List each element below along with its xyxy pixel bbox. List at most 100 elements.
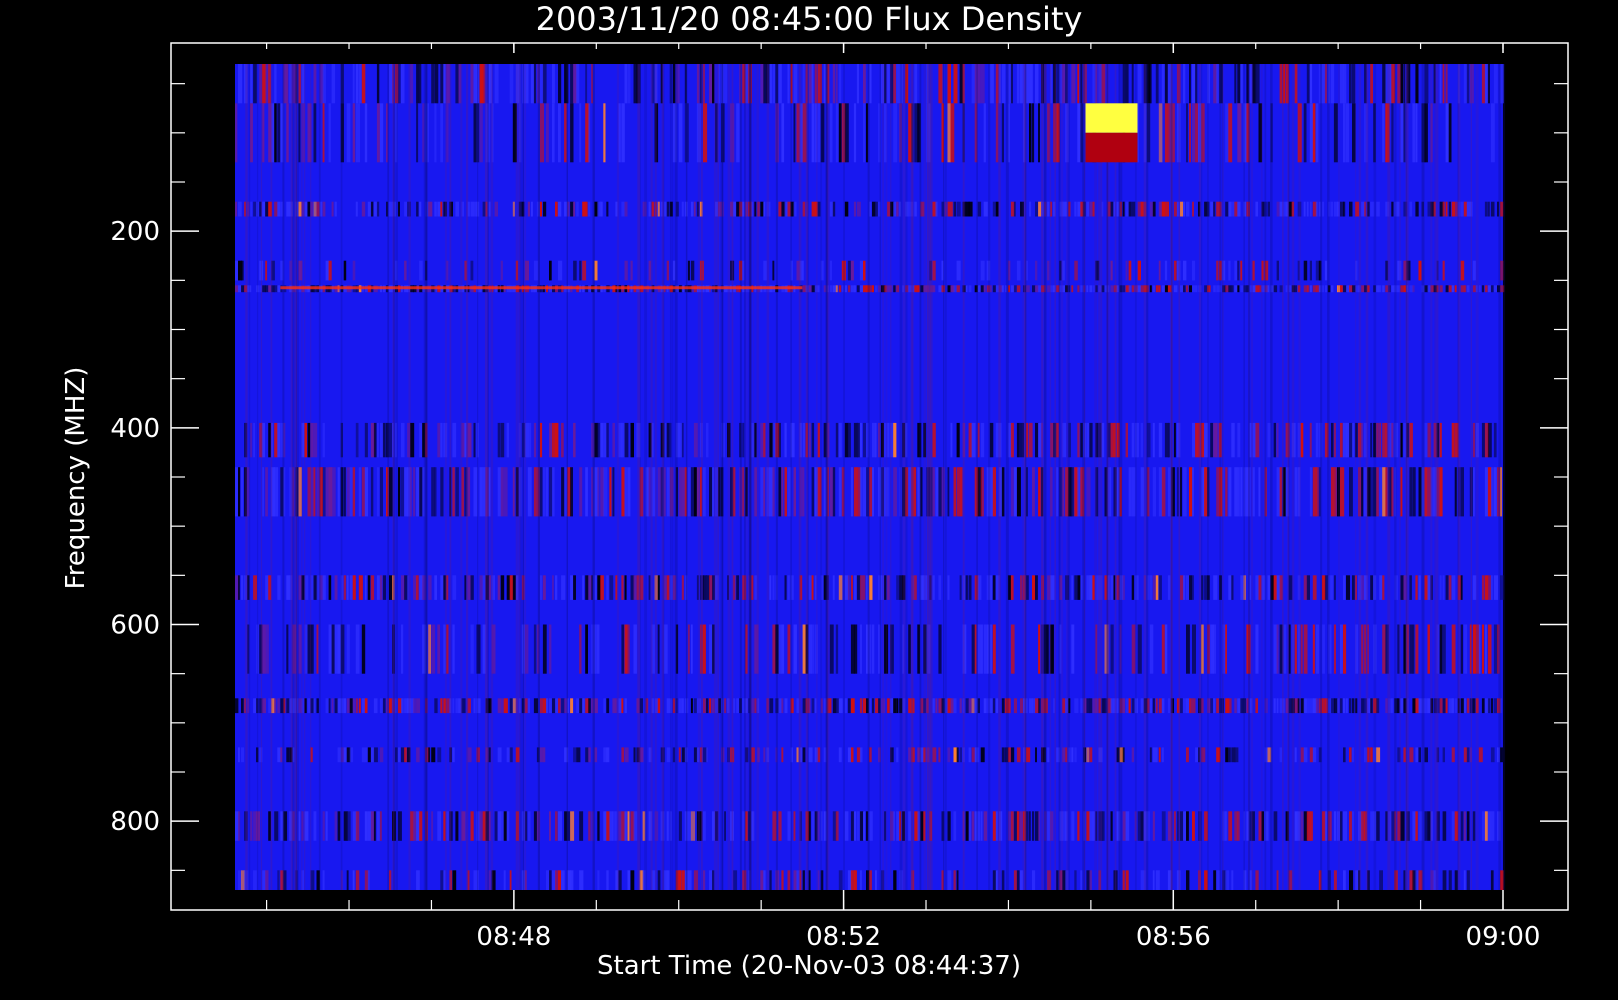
texture-cell [337, 467, 340, 517]
texture-cell [1131, 747, 1135, 763]
texture-cell [488, 811, 491, 841]
texture-cell [452, 698, 455, 714]
texture-streak [867, 64, 870, 890]
texture-cell [262, 870, 266, 890]
texture-cell [597, 811, 600, 841]
texture-cell [455, 811, 459, 841]
texture-cell [1391, 201, 1394, 217]
texture-cell [1346, 698, 1348, 714]
texture-cell [703, 698, 706, 714]
texture-cell [1152, 467, 1156, 517]
texture-cell [835, 64, 838, 104]
texture-cell [235, 698, 239, 714]
texture-cell [648, 575, 651, 600]
texture-streak [1435, 64, 1439, 890]
texture-cell [850, 811, 855, 841]
texture-cell [1158, 285, 1161, 293]
texture-cell [1454, 870, 1458, 890]
texture-cell [419, 260, 423, 281]
texture-cell [241, 747, 245, 763]
texture-cell [1309, 747, 1314, 763]
texture-cell [533, 64, 536, 104]
x-tick-label: 08:52 [806, 922, 881, 952]
texture-streak [445, 64, 447, 890]
texture-cell [379, 575, 383, 600]
texture-cell [352, 64, 355, 104]
texture-streak [882, 64, 884, 890]
texture-cell [947, 870, 952, 890]
texture-cell [1460, 201, 1464, 217]
texture-cell [1472, 811, 1476, 841]
x-tick-label: 09:00 [1466, 922, 1541, 952]
texture-cell [506, 811, 510, 841]
texture-streak [566, 64, 568, 890]
texture-cell [588, 811, 591, 841]
texture-streak [1058, 64, 1061, 890]
texture-cell [938, 747, 941, 763]
texture-cell [1228, 467, 1232, 517]
texture-cell [1216, 467, 1220, 517]
texture-cell [893, 811, 895, 841]
texture-cell [612, 422, 615, 458]
texture-cell [1451, 747, 1455, 763]
texture-cell [1303, 747, 1308, 763]
texture-cell [389, 467, 393, 517]
texture-cell [1312, 103, 1316, 163]
texture-cell [793, 467, 796, 517]
texture-cell [863, 811, 866, 841]
texture-cell [1490, 811, 1495, 841]
texture-cell [853, 103, 857, 163]
texture-cell [1424, 422, 1428, 458]
texture-streak [1248, 64, 1251, 890]
texture-cell [995, 698, 999, 714]
texture-cell [1225, 467, 1228, 517]
texture-cell [570, 870, 574, 890]
texture-cell [1385, 467, 1388, 517]
texture-cell [630, 422, 634, 458]
texture-cell [404, 201, 408, 217]
texture-cell [1195, 747, 1199, 763]
texture-streak [766, 64, 769, 890]
texture-cell [379, 422, 384, 458]
texture-cell [1240, 64, 1243, 104]
texture-cell [1192, 575, 1194, 600]
texture-cell [1340, 624, 1343, 674]
texture-cell [1343, 201, 1346, 217]
texture-cell [446, 575, 449, 600]
texture-cell [542, 201, 547, 217]
texture-cell [624, 811, 627, 841]
texture-cell [1161, 201, 1166, 217]
texture-cell [709, 467, 713, 517]
texture-cell [1225, 285, 1229, 293]
texture-cell [313, 467, 316, 517]
texture-cell [1173, 422, 1176, 458]
texture-cell [844, 575, 849, 600]
texture-streak [460, 64, 463, 890]
texture-cell [1195, 64, 1198, 104]
texture-cell [1001, 747, 1005, 763]
texture-cell [1131, 285, 1135, 293]
texture-cell [570, 103, 574, 163]
texture-cell [446, 811, 449, 841]
texture-streak [1470, 64, 1472, 890]
texture-cell [844, 201, 849, 217]
texture-cell [995, 64, 999, 104]
texture-cell [977, 201, 982, 217]
texture-cell [1451, 811, 1455, 841]
texture-cell [769, 575, 772, 600]
texture-cell [1333, 575, 1336, 600]
texture-cell [914, 201, 917, 217]
texture-cell [277, 698, 280, 714]
texture-cell [859, 575, 864, 600]
texture-streak [1430, 64, 1433, 890]
texture-cell [355, 624, 360, 674]
texture-cell [1010, 811, 1014, 841]
texture-cell [778, 698, 782, 714]
texture-cell [959, 747, 962, 763]
texture-cell [847, 285, 851, 293]
texture-cell [1352, 103, 1356, 163]
texture-cell [863, 64, 866, 104]
texture-cell [558, 260, 563, 281]
texture-cell [398, 201, 400, 217]
texture-streak [1475, 64, 1479, 890]
